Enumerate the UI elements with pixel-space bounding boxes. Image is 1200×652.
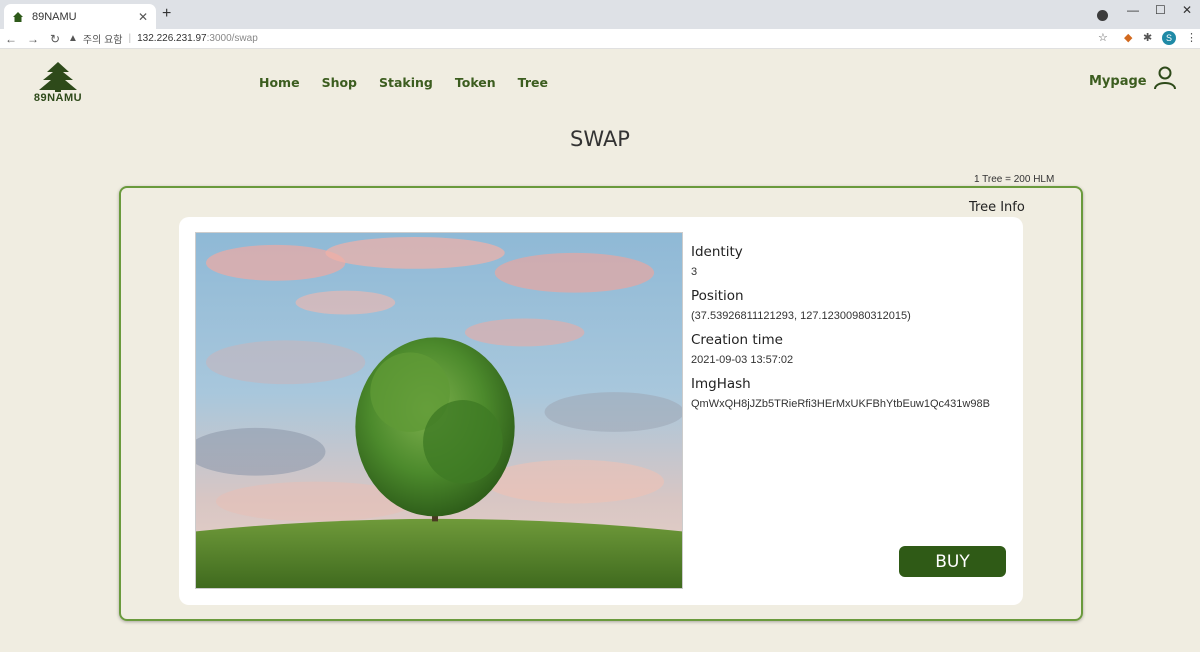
url-host: 132.226.231.97 [137,33,207,44]
logo-text: 89NAMU [33,92,83,104]
url-separator: | [128,33,132,44]
creation-time-label: Creation time [691,332,783,348]
nav-staking[interactable]: Staking [379,75,433,90]
maximize-icon[interactable]: ☐ [1155,3,1166,17]
tree-info-label: Tree Info [969,200,1025,215]
page-title: SWAP [570,127,630,151]
new-tab-icon[interactable]: + [162,5,171,23]
window-close-icon[interactable]: ✕ [1182,3,1192,17]
tab-title: 89NAMU [32,10,77,23]
back-icon[interactable]: ← [0,32,22,46]
browser-tabbar: 89NAMU ✕ + — ☐ ✕ [0,0,1200,29]
nav-tree[interactable]: Tree [518,75,548,90]
browser-menu-icon[interactable]: ⋮ [1186,31,1197,44]
url-path: :3000/swap [206,33,258,44]
position-label: Position [691,288,744,304]
nav-token[interactable]: Token [455,75,496,90]
minimize-icon[interactable]: — [1127,3,1139,17]
browser-tab[interactable]: 89NAMU ✕ [4,4,156,29]
tree-details: Identity 3 Position (37.53926811121293, … [691,244,990,420]
nav-home[interactable]: Home [259,75,300,90]
tree-photo [195,232,683,589]
mypage-link[interactable]: Mypage [1089,74,1147,89]
identity-value: 3 [691,266,698,278]
extensions-puzzle-icon[interactable]: ✱ [1143,31,1152,44]
imghash-label: ImgHash [691,376,751,392]
user-icon[interactable] [1154,66,1176,90]
nav-shop[interactable]: Shop [322,75,357,90]
home-favicon-icon [13,11,23,22]
position-value: (37.53926811121293, 127.12300980312015) [691,310,911,322]
exchange-rate: 1 Tree = 200 HLM [974,174,1055,185]
buy-button[interactable]: BUY [899,546,1006,577]
profile-menu-icon[interactable] [1097,10,1108,21]
creation-time-value: 2021-09-03 13:57:02 [691,354,794,366]
browser-toolbar: ← → ↻ ▲ 주의 요함 | 132.226.231.97 :3000/swa… [0,29,1200,49]
reload-icon[interactable]: ↻ [44,32,66,46]
metamask-extension-icon[interactable]: ◆ [1124,31,1132,44]
warning-icon: ▲ [68,33,78,44]
address-bar[interactable]: ▲ 주의 요함 | 132.226.231.97 :3000/swap [68,30,1118,47]
profile-avatar[interactable]: S [1162,31,1176,45]
forward-icon[interactable]: → [22,32,44,46]
security-warning: 주의 요함 [82,35,123,46]
main-nav: Home Shop Staking Token Tree [259,75,570,90]
tab-close-icon[interactable]: ✕ [138,10,148,24]
imghash-value: QmWxQH8jJZb5TRieRfi3HErMxUKFBhYtbEuw1Qc4… [691,398,990,410]
identity-label: Identity [691,244,743,260]
bookmark-star-icon[interactable]: ☆ [1098,31,1108,44]
